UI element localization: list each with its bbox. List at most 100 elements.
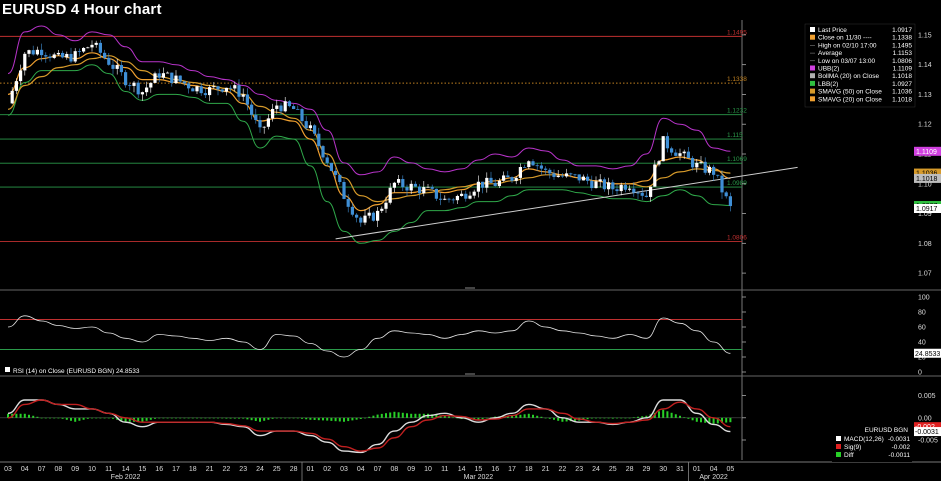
candle-body — [405, 187, 409, 191]
candle-body — [686, 151, 690, 158]
legend-label: UBB(2) — [818, 66, 839, 73]
x-month-label: Mar 2022 — [464, 474, 494, 481]
macd-histogram-bar — [347, 417, 350, 422]
x-month-label: Feb 2022 — [111, 474, 141, 481]
x-day-label: 04 — [710, 466, 718, 473]
macd-histogram-bar — [590, 417, 593, 419]
macd-histogram-bar — [221, 417, 224, 419]
macd-histogram-bar — [351, 417, 354, 421]
macd-histogram-bar — [145, 417, 148, 421]
candle-body — [569, 173, 573, 175]
price-level-label: 1.115 — [727, 132, 743, 139]
upper-bollinger-band — [7, 25, 731, 176]
macd-histogram-bar — [170, 417, 173, 419]
candle-body — [678, 153, 682, 156]
candle-body — [577, 174, 581, 181]
candle-body — [166, 72, 170, 74]
macd-histogram-bar — [196, 417, 198, 419]
candle-body — [544, 168, 548, 170]
candle-body — [598, 179, 602, 182]
legend-label: Close on 11/30 ---- — [818, 35, 872, 42]
macd-histogram-bar — [687, 417, 690, 419]
x-day-label: 21 — [206, 466, 214, 473]
macd-histogram-bar — [200, 417, 203, 419]
macd-histogram-bar — [15, 413, 18, 418]
candle-body — [401, 179, 405, 188]
x-day-label: 25 — [609, 466, 617, 473]
macd-histogram-bar — [242, 417, 245, 419]
macd-histogram-bar — [662, 409, 665, 418]
macd-histogram-bar — [624, 417, 627, 419]
rsi-badge-label: 24.8533 — [915, 351, 940, 358]
candle-body — [447, 198, 451, 200]
macd-histogram-bar — [599, 417, 602, 419]
candle-body — [271, 108, 275, 119]
macd-histogram-bar — [225, 417, 228, 419]
candle-body — [594, 181, 598, 189]
macd-histogram-bar — [296, 417, 299, 419]
macd-histogram-bar — [40, 417, 43, 419]
macd-histogram-bar — [725, 417, 728, 423]
macd-histogram-bar — [103, 417, 106, 419]
candle-body — [615, 189, 619, 192]
x-day-label: 18 — [189, 466, 197, 473]
candle-body — [628, 188, 632, 190]
macd-histogram-bar — [179, 417, 182, 419]
candle-body — [224, 87, 228, 92]
candle-body — [237, 85, 241, 97]
macd-histogram-bar — [557, 417, 560, 421]
x-day-label: 07 — [38, 466, 46, 473]
macd-histogram-bar — [23, 413, 26, 418]
macd-histogram-bar — [191, 417, 194, 419]
candle-body — [371, 212, 375, 221]
candle-body — [720, 175, 724, 193]
candle-body — [161, 73, 165, 78]
candle-body — [439, 198, 443, 200]
candle-body — [586, 176, 590, 181]
candle-body — [254, 114, 258, 121]
candle-body — [422, 187, 426, 194]
macd-histogram-bar — [679, 415, 681, 418]
candle-body — [199, 86, 203, 94]
macd-histogram-bar — [452, 417, 455, 418]
price-badge-label: 1.1109 — [916, 149, 937, 156]
x-day-label: 29 — [643, 466, 651, 473]
macd-histogram-bar — [355, 417, 358, 420]
macd-histogram-bar — [212, 417, 215, 419]
macd-histogram-bar — [603, 417, 606, 419]
x-day-label: 01 — [693, 466, 701, 473]
x-day-label: 24 — [592, 466, 600, 473]
macd-histogram-bar — [28, 414, 30, 418]
macd-histogram-bar — [611, 417, 614, 419]
candle-body — [124, 72, 128, 86]
macd-histogram-bar — [401, 412, 404, 418]
macd-histogram-bar — [317, 417, 320, 421]
candle-body — [728, 196, 732, 207]
candle-body — [476, 181, 480, 192]
candle-body — [573, 174, 577, 176]
rsi-tick-label: 0 — [918, 370, 922, 377]
macd-histogram-bar — [162, 417, 165, 419]
x-day-label: 23 — [575, 466, 583, 473]
macd-badge-label: -0.0031 — [915, 429, 939, 436]
x-day-label: 22 — [223, 466, 231, 473]
candle-body — [296, 109, 300, 110]
macd-histogram-bar — [674, 414, 677, 418]
x-day-label: 03 — [340, 466, 348, 473]
candle-body — [531, 161, 535, 166]
candle-body — [485, 177, 489, 188]
x-day-label: 14 — [122, 466, 130, 473]
macd-histogram-bar — [527, 413, 530, 418]
macd-histogram-bar — [393, 411, 396, 418]
candle-body — [539, 165, 543, 169]
macd-histogram-bar — [61, 417, 64, 419]
x-day-label: 02 — [323, 466, 331, 473]
x-day-label: 08 — [55, 466, 63, 473]
candle-body — [699, 161, 703, 163]
candle-body — [283, 101, 287, 112]
candle-body — [409, 183, 413, 191]
legend-value: 1.1018 — [892, 73, 912, 80]
candle-body — [489, 177, 493, 183]
legend-swatch — [810, 88, 815, 94]
macd-histogram-bar — [78, 417, 81, 421]
